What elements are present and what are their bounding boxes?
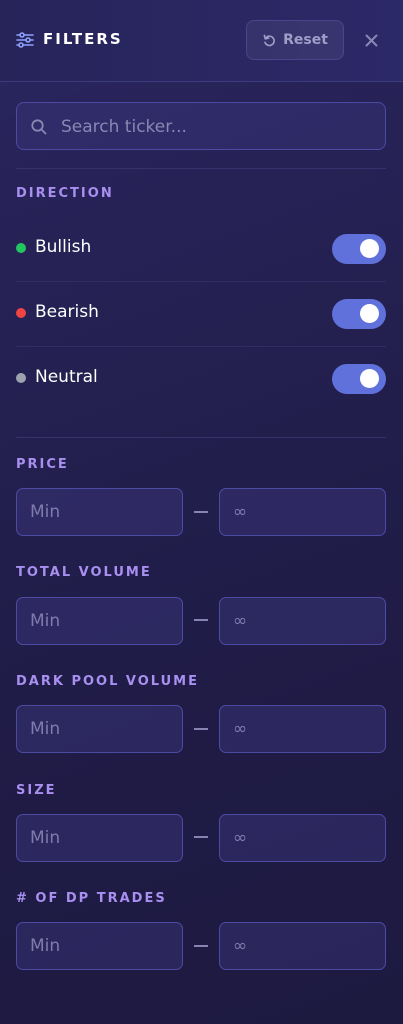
- price-min-input[interactable]: [16, 488, 183, 536]
- toggle-knob: [360, 304, 379, 323]
- dp-trades-max-input[interactable]: [219, 922, 386, 970]
- direction-row-bearish: Bearish: [16, 282, 386, 346]
- bullish-toggle[interactable]: [332, 234, 386, 264]
- bearish-toggle[interactable]: [332, 299, 386, 329]
- close-button[interactable]: [360, 28, 382, 52]
- dark-pool-volume-max-input[interactable]: [219, 705, 386, 753]
- close-icon: [365, 34, 377, 46]
- bearish-dot-icon: [16, 308, 26, 318]
- dp-trades-min-input[interactable]: [16, 922, 183, 970]
- dark-pool-volume-min-input[interactable]: [16, 705, 183, 753]
- total-volume-max-input[interactable]: [219, 597, 386, 645]
- range-dash: [194, 728, 208, 730]
- direction-label-bullish: Bullish: [35, 237, 92, 257]
- toggle-knob: [360, 369, 379, 388]
- size-min-input[interactable]: [16, 814, 183, 862]
- price-label: PRICE: [16, 457, 69, 472]
- dark-pool-volume-label: DARK POOL VOLUME: [16, 674, 199, 689]
- range-dash: [194, 836, 208, 838]
- size-label: SIZE: [16, 783, 57, 798]
- range-dash: [194, 619, 208, 621]
- range-dash: [194, 945, 208, 947]
- price-max-input[interactable]: [219, 488, 386, 536]
- sliders-icon: [16, 32, 34, 48]
- filters-title: FILTERS: [43, 30, 123, 48]
- reset-icon: [263, 34, 275, 46]
- neutral-toggle[interactable]: [332, 364, 386, 394]
- direction-row-bullish: Bullish: [16, 217, 386, 281]
- reset-label: Reset: [283, 32, 328, 48]
- size-max-input[interactable]: [219, 814, 386, 862]
- search-icon: [31, 119, 47, 135]
- total-volume-min-input[interactable]: [16, 597, 183, 645]
- direction-row-neutral: Neutral: [16, 347, 386, 411]
- search-box: [16, 102, 386, 151]
- divider: [16, 437, 386, 438]
- search-input[interactable]: [59, 103, 383, 151]
- divider: [16, 168, 386, 169]
- direction-label-neutral: Neutral: [35, 367, 98, 387]
- filters-header: FILTERS Reset: [0, 0, 403, 82]
- neutral-dot-icon: [16, 373, 26, 383]
- reset-button[interactable]: Reset: [246, 20, 344, 60]
- direction-label-bearish: Bearish: [35, 302, 99, 322]
- bullish-dot-icon: [16, 243, 26, 253]
- direction-label: DIRECTION: [16, 186, 114, 201]
- total-volume-label: TOTAL VOLUME: [16, 565, 152, 580]
- toggle-knob: [360, 239, 379, 258]
- range-dash: [194, 511, 208, 513]
- dp-trades-label: # OF DP TRADES: [16, 891, 167, 906]
